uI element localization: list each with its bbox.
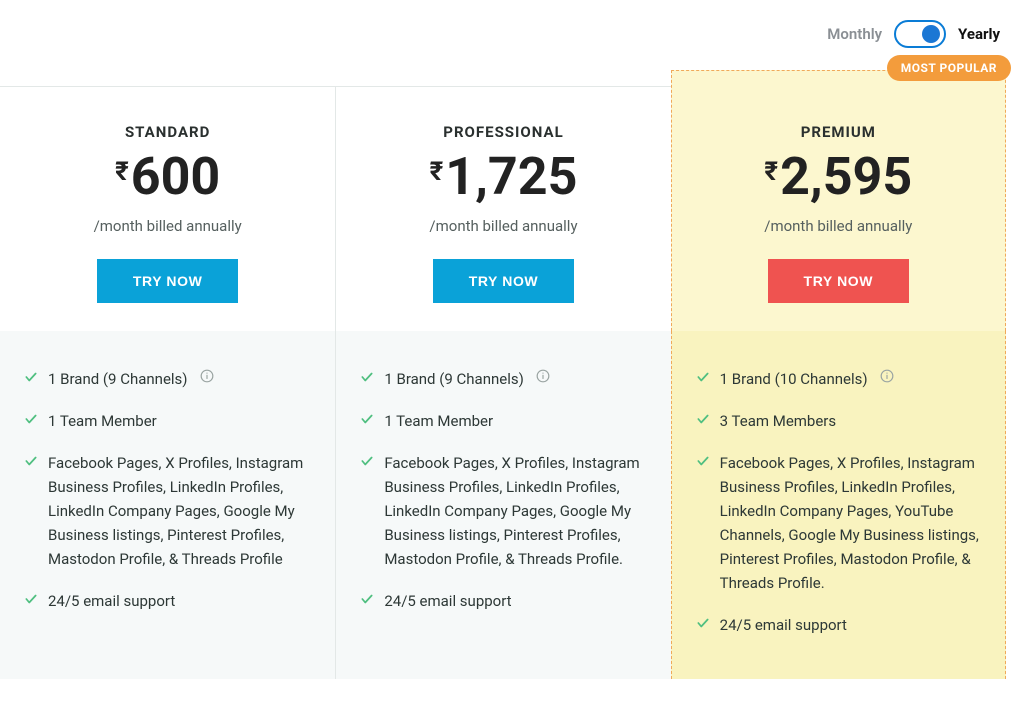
- plan-column-professional: PROFESSIONAL ₹1,725/month billed annually…: [335, 86, 670, 679]
- feature-item: 1 Brand (9 Channels): [24, 367, 311, 391]
- feature-text: 3 Team Members: [720, 409, 836, 433]
- feature-text: 24/5 email support: [384, 589, 511, 613]
- feature-item: 24/5 email support: [24, 589, 311, 613]
- feature-item: 24/5 email support: [360, 589, 646, 613]
- currency-symbol: ₹: [764, 157, 778, 187]
- feature-item: 1 Team Member: [24, 409, 311, 433]
- feature-text: 1 Team Member: [48, 409, 157, 433]
- most-popular-badge: MOST POPULAR: [887, 55, 1011, 81]
- check-icon: [360, 454, 374, 468]
- toggle-knob: [922, 25, 940, 43]
- feature-text: Facebook Pages, X Profiles, Instagram Bu…: [384, 451, 646, 571]
- check-icon: [696, 454, 710, 468]
- feature-text: 24/5 email support: [720, 613, 847, 637]
- billing-period: /month billed annually: [690, 217, 987, 235]
- check-icon: [24, 454, 38, 468]
- currency-symbol: ₹: [115, 157, 129, 187]
- price-amount: 600: [131, 151, 221, 203]
- check-icon: [24, 412, 38, 426]
- try-now-button[interactable]: TRY NOW: [433, 259, 575, 303]
- feature-text: 1 Brand (9 Channels): [48, 367, 188, 391]
- feature-text: Facebook Pages, X Profiles, Instagram Bu…: [48, 451, 311, 571]
- info-icon[interactable]: [536, 369, 550, 383]
- feature-text: 1 Team Member: [384, 409, 493, 433]
- feature-item: 1 Brand (9 Channels): [360, 367, 646, 391]
- plan-column-standard: STANDARD ₹600/month billed annually TRY NO…: [0, 86, 335, 679]
- check-icon: [696, 616, 710, 630]
- plan-head-premium: MOST POPULARPREMIUM₹2,595/month billed a…: [671, 70, 1006, 331]
- plan-price: ₹2,595: [764, 151, 912, 203]
- plan-head-professional: PROFESSIONAL ₹1,725/month billed annually…: [335, 86, 670, 331]
- plan-features-premium: 1 Brand (10 Channels) 3 Team Members Faceb…: [671, 331, 1006, 679]
- pricing-grid: STANDARD ₹600/month billed annually TRY NO…: [0, 86, 1006, 679]
- check-icon: [360, 592, 374, 606]
- price-amount: 1,725: [445, 151, 577, 203]
- feature-item: Facebook Pages, X Profiles, Instagram Bu…: [696, 451, 981, 595]
- feature-item: 1 Brand (10 Channels): [696, 367, 981, 391]
- info-icon[interactable]: [200, 369, 214, 383]
- feature-text: 1 Brand (9 Channels): [384, 367, 524, 391]
- check-icon: [24, 592, 38, 606]
- feature-item: Facebook Pages, X Profiles, Instagram Bu…: [24, 451, 311, 571]
- plan-name: PREMIUM: [690, 123, 987, 141]
- try-now-button[interactable]: TRY NOW: [97, 259, 239, 303]
- price-amount: 2,595: [780, 151, 912, 203]
- currency-symbol: ₹: [430, 157, 444, 187]
- plan-column-premium: MOST POPULARPREMIUM₹2,595/month billed a…: [671, 86, 1006, 679]
- plan-name: PROFESSIONAL: [354, 123, 652, 141]
- billing-yearly-label[interactable]: Yearly: [958, 25, 1000, 43]
- billing-toggle[interactable]: [894, 20, 946, 48]
- check-icon: [696, 412, 710, 426]
- check-icon: [360, 370, 374, 384]
- info-icon[interactable]: [880, 369, 894, 383]
- feature-item: Facebook Pages, X Profiles, Instagram Bu…: [360, 451, 646, 571]
- feature-item: 1 Team Member: [360, 409, 646, 433]
- try-now-button[interactable]: TRY NOW: [768, 259, 910, 303]
- check-icon: [24, 370, 38, 384]
- feature-item: 3 Team Members: [696, 409, 981, 433]
- billing-period: /month billed annually: [354, 217, 652, 235]
- plan-price: ₹1,725: [430, 151, 578, 203]
- billing-toggle-row: Monthly Yearly: [0, 14, 1006, 54]
- plan-head-standard: STANDARD ₹600/month billed annually TRY NO…: [0, 86, 335, 331]
- check-icon: [696, 370, 710, 384]
- billing-monthly-label[interactable]: Monthly: [827, 25, 882, 43]
- feature-item: 24/5 email support: [696, 613, 981, 637]
- plan-name: STANDARD: [18, 123, 317, 141]
- feature-text: 1 Brand (10 Channels): [720, 367, 868, 391]
- check-icon: [360, 412, 374, 426]
- plan-features-professional: 1 Brand (9 Channels) 1 Team Member Faceboo…: [335, 331, 670, 679]
- feature-text: 24/5 email support: [48, 589, 175, 613]
- feature-text: Facebook Pages, X Profiles, Instagram Bu…: [720, 451, 981, 595]
- plan-price: ₹600: [115, 151, 220, 203]
- plan-features-standard: 1 Brand (9 Channels) 1 Team Member Faceboo…: [0, 331, 335, 679]
- billing-period: /month billed annually: [18, 217, 317, 235]
